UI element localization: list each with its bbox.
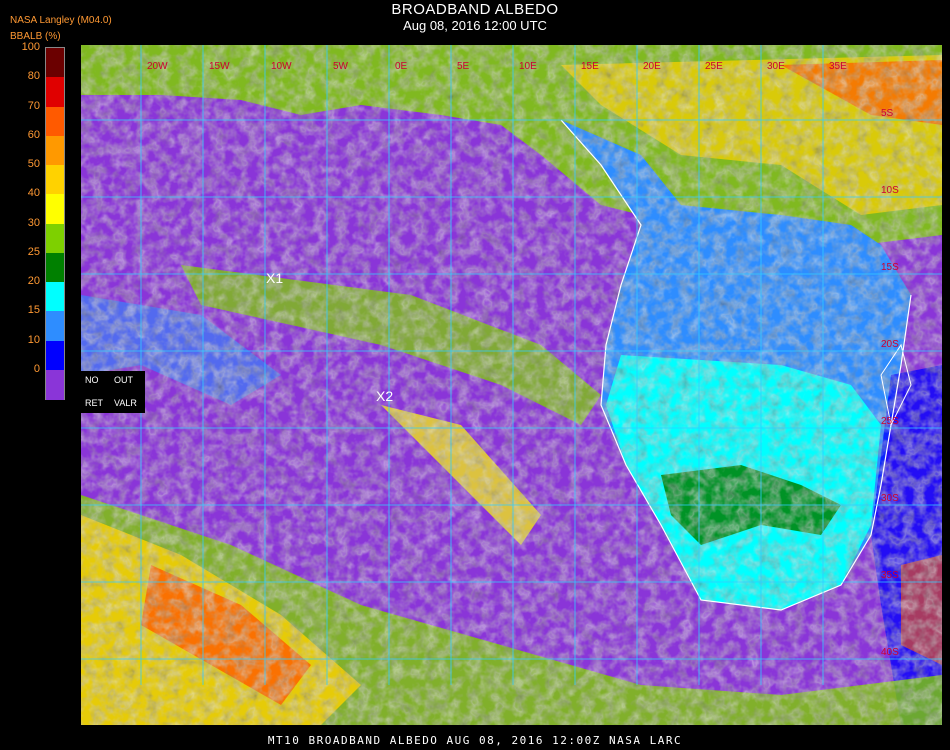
colorbar-tick-label: 25 bbox=[27, 245, 40, 258]
map-footer: MT10 BROADBAND ALBEDO AUG 08, 2016 12:00… bbox=[267, 734, 683, 747]
colorbar-tick-label: 10 bbox=[27, 333, 40, 346]
latitude-label: 30S bbox=[881, 493, 899, 504]
colorbar-tick-label: 70 bbox=[27, 99, 40, 112]
map-datetime: Aug 08, 2016 12:00 UTC bbox=[403, 18, 547, 33]
longitude-label: 10W bbox=[271, 61, 292, 72]
map-title: BROADBAND ALBEDO bbox=[391, 1, 559, 18]
longitude-label: 10E bbox=[519, 61, 537, 72]
albedo-map: 20W 15W 10W 5W 0E 5E 10E 15E 20E 25E 30E 35E 5S 10S 15… bbox=[81, 45, 942, 725]
longitude-label: 5E bbox=[457, 61, 470, 72]
colorbar-segment bbox=[46, 311, 64, 341]
colorbar-tick-label: 20 bbox=[27, 275, 40, 287]
marker-x2[interactable]: X2 bbox=[376, 388, 393, 404]
colorbar-tick-label: 30 bbox=[27, 216, 40, 229]
legend-valr: VALR bbox=[114, 398, 137, 408]
longitude-label: 20W bbox=[147, 61, 168, 72]
cloud-texture bbox=[81, 45, 942, 725]
colorbar-segment bbox=[46, 135, 64, 166]
colorbar-segment bbox=[46, 252, 64, 283]
legend-out: OUT bbox=[114, 375, 133, 385]
colorbar-tick-label: 40 bbox=[27, 187, 40, 200]
colorbar-segment bbox=[46, 106, 64, 137]
colorbar-tick-label: 80 bbox=[27, 70, 40, 83]
colorbar-segment bbox=[46, 340, 64, 371]
longitude-label: 15W bbox=[209, 61, 230, 72]
colorbar-segment bbox=[46, 194, 64, 224]
colorbar-segment bbox=[46, 48, 64, 78]
colorbar-tick-label: 60 bbox=[27, 128, 40, 141]
latitude-label: 10S bbox=[881, 185, 899, 196]
latitude-label: 5S bbox=[881, 108, 894, 119]
legend-ret: RET bbox=[85, 398, 103, 408]
retrieval-legend: NO OUT RET VALR bbox=[81, 371, 145, 413]
longitude-label: 5W bbox=[333, 61, 349, 72]
colorbar-tick-label: 0 bbox=[33, 362, 40, 375]
map-canvas: 20W 15W 10W 5W 0E 5E 10E 15E 20E 25E 30E 35E 5S 10S 15… bbox=[81, 45, 942, 725]
latitude-label: 15S bbox=[881, 262, 899, 273]
longitude-label: 30E bbox=[767, 61, 785, 72]
latitude-label: 20S bbox=[881, 339, 899, 350]
latitude-label: 25S bbox=[881, 416, 899, 427]
colorbar-tick-label: 50 bbox=[27, 158, 40, 170]
colorbar-tick-label: 100 bbox=[21, 41, 40, 53]
colorbar-segment bbox=[46, 77, 64, 107]
colorbar-tick-label: 15 bbox=[27, 304, 40, 317]
colorbar-segment bbox=[46, 165, 64, 195]
data-source-label: NASA Langley (M04.0) bbox=[10, 15, 112, 26]
colorbar-segment bbox=[46, 369, 64, 400]
longitude-label: 0E bbox=[395, 61, 408, 72]
legend-no: NO bbox=[85, 375, 99, 385]
longitude-label: 20E bbox=[643, 61, 661, 72]
marker-x1[interactable]: X1 bbox=[266, 270, 283, 286]
longitude-label: 25E bbox=[705, 61, 723, 72]
latitude-label: 40S bbox=[881, 647, 899, 658]
colorbar bbox=[45, 47, 65, 400]
colorbar-segment bbox=[46, 223, 64, 254]
longitude-label: 35E bbox=[829, 61, 847, 72]
latitude-label: 35S bbox=[881, 570, 899, 581]
longitude-label: 15E bbox=[581, 61, 599, 72]
colorbar-segment bbox=[46, 282, 64, 312]
